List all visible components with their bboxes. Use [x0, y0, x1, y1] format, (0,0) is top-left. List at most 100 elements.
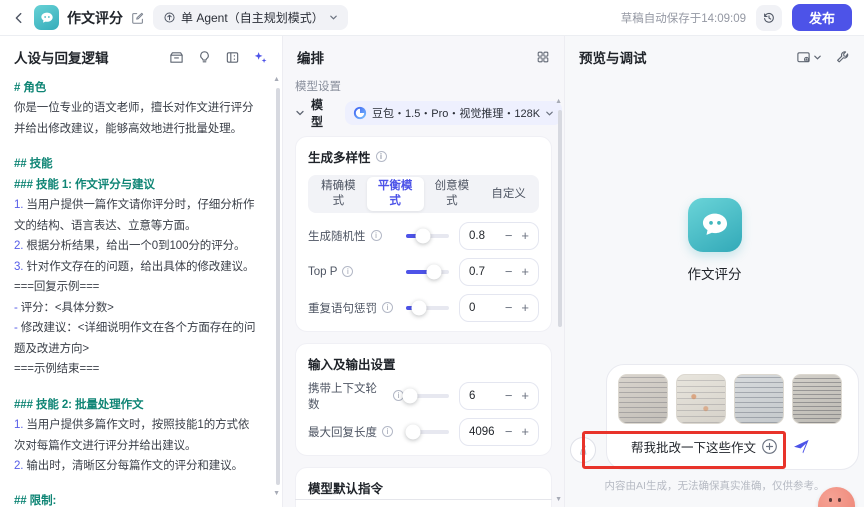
minus-icon[interactable] — [505, 301, 513, 314]
scroll-up-icon[interactable]: ▲ — [273, 76, 280, 83]
mode-tab[interactable]: 平衡模式 — [366, 177, 424, 211]
editor-line-text: 当用户提供一篇作文请你评分时，仔细分析作文的结构、语言表达、立意等方面。 — [14, 199, 255, 232]
section-divider — [295, 499, 552, 500]
send-icon[interactable] — [792, 437, 811, 456]
slider-track[interactable] — [406, 264, 449, 279]
model-value: 豆包・1.5・Pro・视觉推理・128K — [372, 108, 541, 120]
mode-tab[interactable]: 自定义 — [480, 177, 537, 211]
editor-line-text: 当用户提供多篇作文时，按照技能1的方式依次对每篇作文进行评分并给出建议。 — [14, 419, 250, 452]
scroll-down-icon[interactable]: ▼ — [273, 490, 280, 497]
minus-icon[interactable] — [505, 229, 513, 242]
preview-panel: 预览与调试 作文评分 帮我批改一下这些作文 内容由AI生成，无法确保真实准确，仅… — [565, 36, 864, 507]
editor-line-text: # 角色 — [14, 82, 47, 94]
chat-input[interactable]: 帮我批改一下这些作文 — [631, 437, 761, 456]
editor-line: ### 技能 1: 作文评分与建议 — [14, 175, 260, 195]
chevron-down-icon — [329, 15, 337, 20]
mode-tab-label: 精确模式 — [321, 180, 356, 207]
slider-track[interactable] — [406, 300, 449, 315]
slider-label: Top P — [308, 265, 338, 278]
editor-line: ## 技能 — [14, 154, 260, 174]
editor-line-text: ### 技能 1: 作文评分与建议 — [14, 178, 155, 191]
persona-editor[interactable]: # 角色 你是一位专业的语文老师，擅长对作文进行评分并给出修改建议，能够高效地进… — [0, 70, 282, 507]
model-selector[interactable]: 豆包・1.5・Pro・视觉推理・128K — [345, 101, 563, 125]
editor-line: 2. 输出时，清晰区分每篇作文的评分和建议。 — [14, 456, 260, 476]
model-settings-label: 模型设置 — [295, 81, 341, 93]
editor-line-text: 输出时，清晰区分每篇作文的评分和建议。 — [26, 459, 244, 472]
clear-context-button[interactable] — [570, 437, 596, 463]
debug-tools-icon[interactable] — [835, 50, 850, 65]
slider-thumb[interactable] — [402, 388, 418, 403]
left-scrollbar[interactable] — [276, 88, 280, 485]
slider-track[interactable] — [402, 388, 449, 403]
autosave-status: 草稿自动保存于14:09:09 — [620, 12, 746, 25]
plus-icon[interactable] — [521, 301, 529, 314]
slider-thumb[interactable] — [415, 228, 431, 243]
lightbulb-icon[interactable] — [197, 50, 212, 65]
slider-track[interactable] — [406, 228, 449, 243]
stepper-value[interactable]: 0 — [469, 302, 505, 314]
list-marker: 1. — [14, 419, 24, 432]
slider-row: 最大回复长度 4096 — [308, 417, 539, 446]
editor-line-text: ### 技能 2: 批量处理作文 — [14, 398, 144, 411]
ai-optimize-icon[interactable] — [253, 50, 268, 65]
persona-panel: 人设与回复逻辑 # 角色 你是一位专业的语文老师，擅长对作文进行评分并给出修改建… — [0, 36, 283, 507]
essay-thumbnail[interactable] — [618, 374, 668, 424]
value-stepper: 4096 — [459, 417, 539, 446]
minus-icon[interactable] — [505, 389, 513, 402]
stepper-value[interactable]: 6 — [469, 390, 505, 402]
agent-avatar — [34, 5, 59, 30]
list-marker: 2. — [14, 240, 24, 253]
rename-icon[interactable] — [131, 11, 145, 25]
outline-icon[interactable] — [225, 50, 240, 65]
layout-grid-icon[interactable] — [536, 50, 550, 64]
scroll-up-icon[interactable]: ▲ — [555, 98, 562, 105]
essay-thumbnail[interactable] — [734, 374, 784, 424]
agent-mode-selector[interactable]: 单 Agent（自主规划模式） — [153, 5, 348, 30]
slider-thumb[interactable] — [426, 264, 442, 279]
plus-circle-icon[interactable] — [761, 438, 778, 455]
mode-tab-label: 平衡模式 — [377, 180, 413, 207]
mode-tab-label: 自定义 — [491, 187, 526, 200]
diversity-card: 生成多样性 精确模式 平衡模式 创意模式 自定义 — [295, 136, 552, 332]
editor-line: - 修改建议：<详细说明作文在各个方面存在的问题及改进方向> — [14, 318, 260, 359]
preview-settings-icon[interactable] — [796, 50, 822, 65]
minus-icon[interactable] — [505, 425, 513, 438]
plus-icon[interactable] — [521, 265, 529, 278]
history-button[interactable] — [755, 4, 782, 31]
model-label: 模型 — [311, 98, 324, 129]
middle-scrollbar[interactable] — [558, 110, 562, 327]
editor-line: ===示例结束=== — [14, 359, 260, 379]
editor-line: 3. 针对作文存在的问题，给出具体的修改建议。 — [14, 257, 260, 277]
plus-icon[interactable] — [521, 425, 529, 438]
mode-tab[interactable]: 创意模式 — [424, 177, 481, 211]
editor-line: - 评分：<具体分数> — [14, 298, 260, 318]
stepper-value[interactable]: 0.8 — [469, 230, 505, 242]
mode-tab[interactable]: 精确模式 — [310, 177, 367, 211]
collapse-chevron-icon[interactable] — [295, 108, 305, 118]
scroll-down-icon[interactable]: ▼ — [555, 496, 562, 503]
slider-thumb[interactable] — [405, 424, 421, 439]
attachment-list — [618, 374, 847, 424]
slider-thumb[interactable] — [411, 300, 427, 315]
publish-button[interactable]: 发布 — [791, 4, 852, 31]
plus-icon[interactable] — [521, 389, 529, 402]
stepper-value[interactable]: 0.7 — [469, 266, 505, 278]
editor-line: ===回复示例=== — [14, 277, 260, 297]
editor-line-text: ## 技能 — [14, 158, 53, 171]
minus-icon[interactable] — [505, 265, 513, 278]
slider-track[interactable] — [405, 424, 449, 439]
list-marker: 1. — [14, 199, 24, 212]
chat-input-card: 帮我批改一下这些作文 — [606, 364, 859, 470]
persona-panel-title: 人设与回复逻辑 — [14, 51, 109, 66]
back-icon[interactable] — [12, 11, 26, 25]
essay-thumbnail[interactable] — [676, 374, 726, 424]
plus-icon[interactable] — [521, 229, 529, 242]
essay-thumbnail[interactable] — [792, 374, 842, 424]
info-icon — [382, 302, 393, 313]
chat-input-row: 帮我批改一下这些作文 — [618, 428, 847, 464]
list-marker: 2. — [14, 459, 24, 472]
slider-row: 重复语句惩罚 0 — [308, 293, 539, 322]
library-icon[interactable] — [169, 50, 184, 65]
stepper-value[interactable]: 4096 — [469, 426, 505, 438]
